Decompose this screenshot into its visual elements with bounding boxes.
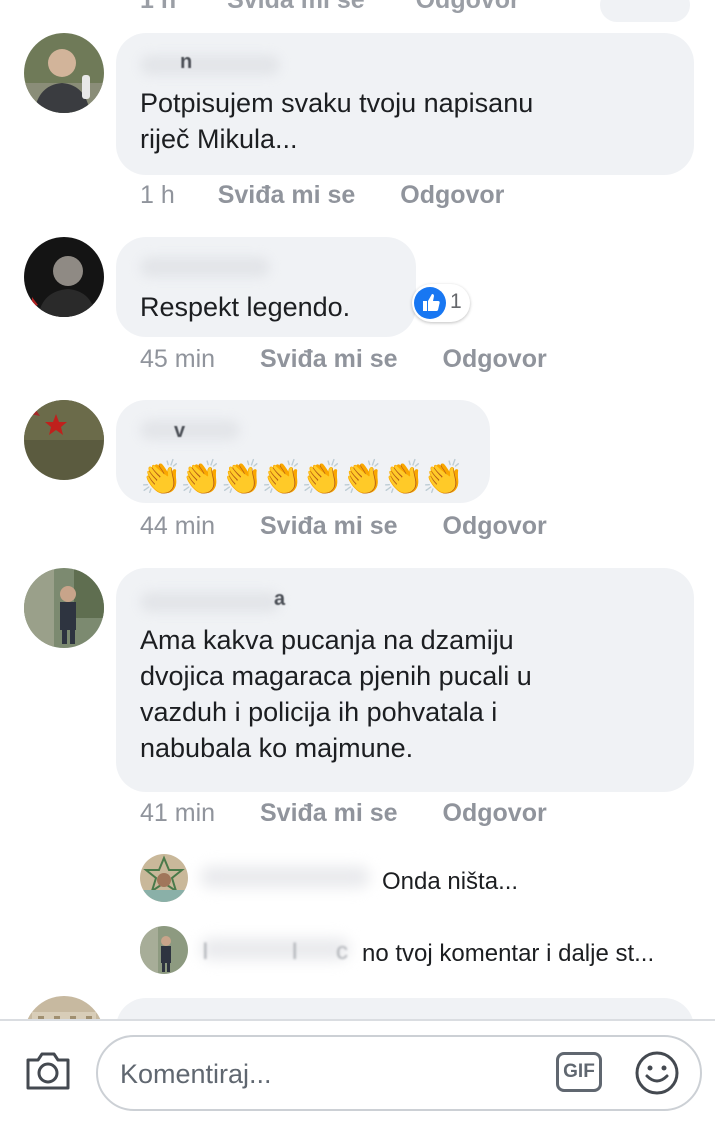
reaction-badge[interactable]: 1 xyxy=(412,284,470,322)
reply-text[interactable]: no tvoj komentar i dalje st... xyxy=(362,940,654,968)
comment-time: 45 min xyxy=(140,345,216,373)
avatar-photo-icon xyxy=(24,237,104,317)
camera-icon[interactable] xyxy=(24,1048,72,1092)
reply-avatar[interactable] xyxy=(140,926,188,974)
comment-text: Ama kakva pucanja na dzamiju dvojica mag… xyxy=(140,625,532,763)
reply-text[interactable]: Onda ništa... xyxy=(382,868,518,896)
comment-actions: 41 min Sviđa mi se Odgovor xyxy=(140,799,547,828)
avatar-photo-icon xyxy=(24,400,104,480)
composer-divider xyxy=(0,1019,715,1021)
comment-actions: 45 min Sviđa mi se Odgovor xyxy=(140,345,547,374)
gif-button[interactable]: GIF xyxy=(556,1052,602,1092)
commenter-name-blurred xyxy=(140,420,240,440)
previous-reaction-box xyxy=(600,0,690,22)
comment-input-container[interactable] xyxy=(96,1035,702,1111)
previous-comment-time: 1 h xyxy=(140,0,177,14)
avatar[interactable] xyxy=(24,400,104,480)
comment-time: 44 min xyxy=(140,512,216,540)
comment-time: 1 h xyxy=(140,181,175,209)
comment-text: Potpisujem svaku tvoju napisanu riječ Mi… xyxy=(140,88,534,154)
like-button[interactable]: Sviđa mi se xyxy=(260,799,398,827)
commenter-name-blurred xyxy=(140,592,280,612)
like-icon xyxy=(414,287,446,319)
reply-button[interactable]: Odgovor xyxy=(400,181,504,209)
reply-button[interactable]: Odgovor xyxy=(443,799,547,827)
comment-input[interactable] xyxy=(118,1051,542,1097)
like-button[interactable]: Sviđa mi se xyxy=(218,181,356,209)
avatar[interactable] xyxy=(24,237,104,317)
previous-comment-like-button[interactable]: Sviđa mi se xyxy=(227,0,365,14)
reply-button[interactable]: Odgovor xyxy=(443,345,547,373)
commenter-name[interactable]: n xyxy=(180,51,192,74)
commenter-name[interactable]: v xyxy=(174,420,185,443)
smiley-icon[interactable] xyxy=(634,1050,680,1096)
comment-bubble[interactable]: n Potpisujem svaku tvoju napisanu riječ … xyxy=(116,33,694,175)
reply-author-name[interactable]: I Ic xyxy=(202,938,386,966)
reaction-count: 1 xyxy=(450,290,462,313)
commenter-name-blurred xyxy=(140,257,270,277)
previous-comment-reply-button[interactable]: Odgovor xyxy=(416,0,520,14)
previous-comment-actions: 1 h Sviđa mi se Odgovor xyxy=(140,0,564,15)
avatar-photo-icon xyxy=(24,33,104,113)
reply-name-blurred xyxy=(200,866,370,888)
clapping-hands-emoji-row: 👏👏👏👏👏👏👏👏 xyxy=(140,459,465,497)
comment-time: 41 min xyxy=(140,799,216,827)
commenter-name[interactable]: a xyxy=(274,588,285,611)
comment-text: Respekt legendo. xyxy=(140,292,351,322)
avatar[interactable] xyxy=(24,33,104,113)
comment-actions: 44 min Sviđa mi se Odgovor xyxy=(140,512,547,541)
avatar-photo-icon xyxy=(140,926,188,974)
like-button[interactable]: Sviđa mi se xyxy=(260,512,398,540)
comment-bubble[interactable]: Respekt legendo. xyxy=(116,237,416,337)
reply-button[interactable]: Odgovor xyxy=(443,512,547,540)
avatar-photo-icon xyxy=(140,854,188,902)
commenter-name-blurred xyxy=(140,55,280,75)
comment-bubble[interactable]: a Ama kakva pucanja na dzamiju dvojica m… xyxy=(116,568,694,792)
like-button[interactable]: Sviđa mi se xyxy=(260,345,398,373)
avatar[interactable] xyxy=(24,568,104,648)
reply-avatar[interactable] xyxy=(140,854,188,902)
comment-actions: 1 h Sviđa mi se Odgovor xyxy=(140,181,504,210)
avatar-photo-icon xyxy=(24,568,104,648)
